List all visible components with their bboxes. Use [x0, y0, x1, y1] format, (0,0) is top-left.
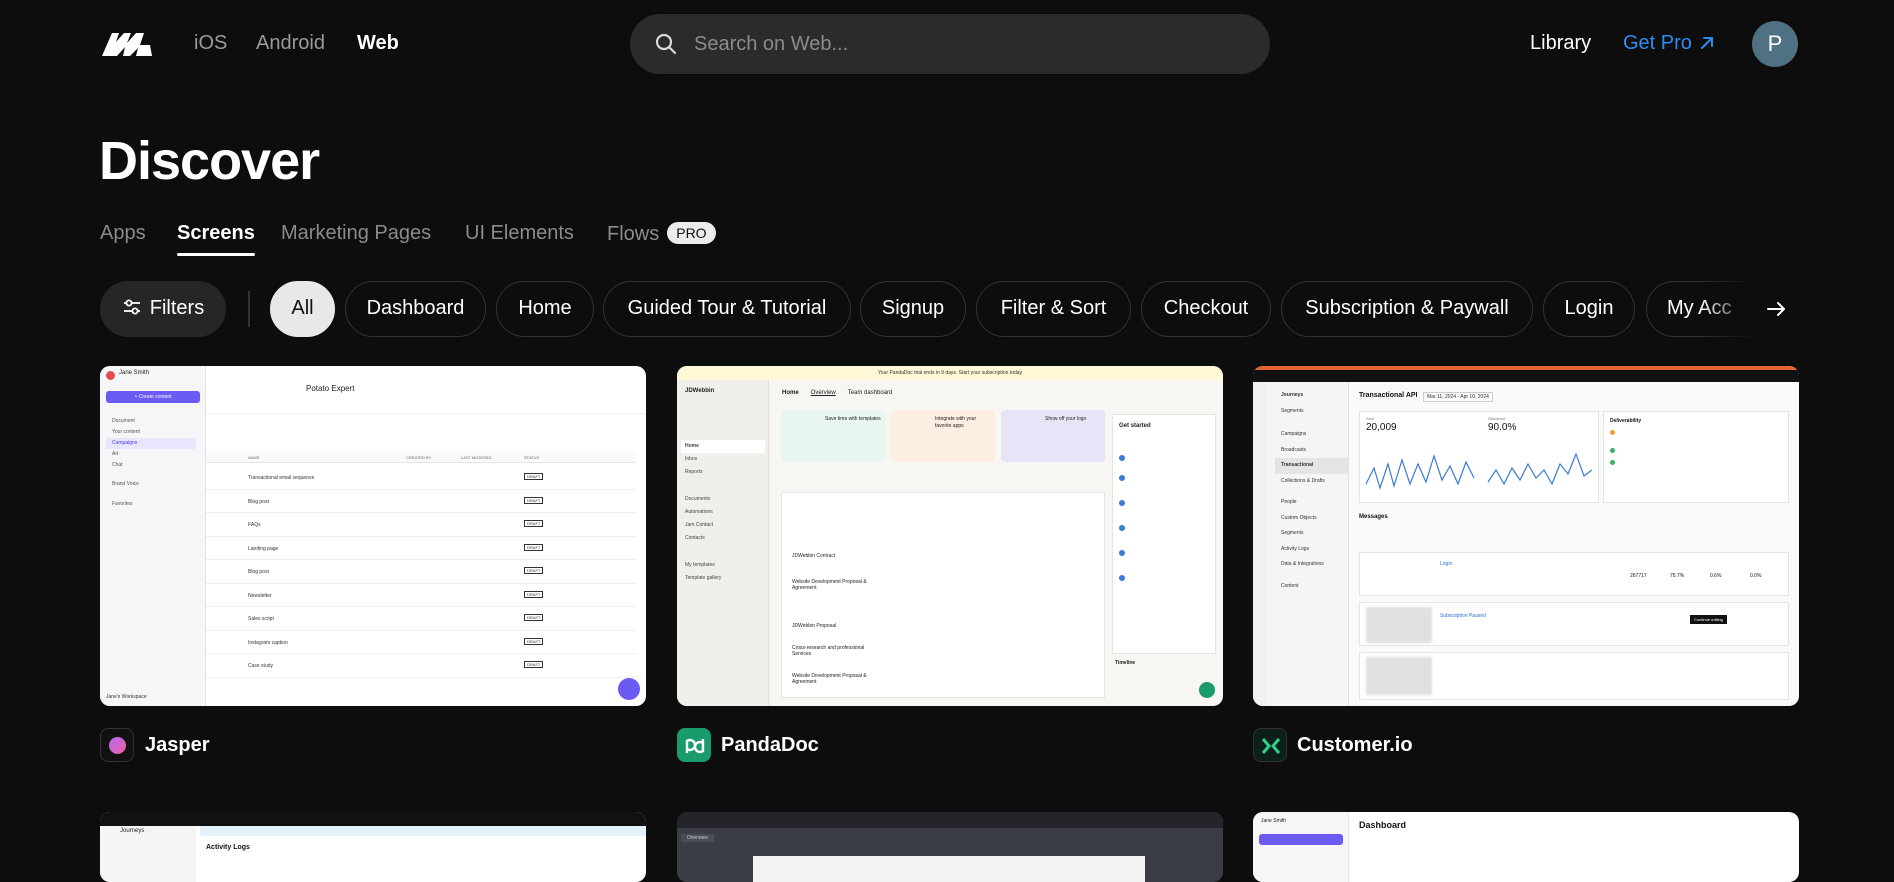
tab-flows[interactable]: Flows PRO [607, 222, 716, 246]
app-name-customerio[interactable]: Customer.io [1297, 734, 1413, 757]
filters-label: Filters [149, 297, 205, 319]
jasper-user: Jane Smith [119, 370, 150, 376]
app-name-jasper[interactable]: Jasper [145, 734, 210, 757]
jasper-app-icon[interactable] [100, 728, 134, 762]
pandadoc-card-logo: Show off your logo [1001, 410, 1105, 462]
chip-divider [248, 291, 250, 327]
pandadoc-card-integrate: Integrate with your favorite apps [891, 410, 995, 462]
jasper-nav: Document Your content Campaigns Art Chat… [106, 416, 196, 510]
jasper-sidebar: Jane Smith + Create content Document You… [100, 366, 206, 706]
pandadoc-tabs: Home Overview Team dashboard [782, 390, 893, 396]
screen-card-jasper[interactable]: Jane Smith + Create content Document You… [100, 366, 646, 706]
customerio-messages-title: Messages [1359, 514, 1388, 520]
customerio-sparkline-chart [1365, 452, 1593, 490]
tab-apps[interactable]: Apps [100, 222, 146, 245]
avatar[interactable]: P [1752, 21, 1798, 67]
chip-guided-tour[interactable]: Guided Tour & Tutorial [603, 281, 851, 337]
chip-checkout[interactable]: Checkout [1141, 281, 1271, 337]
search-icon [655, 33, 677, 55]
jasper-table: Transactional email sequence DRAFT Blog p… [206, 466, 636, 678]
tab-flows-label: Flows [607, 223, 660, 245]
app-name-pandadoc[interactable]: PandaDoc [721, 734, 819, 757]
pro-badge: PRO [667, 222, 716, 244]
screen-card-customerio[interactable]: Journeys Segments Campaigns Broadcasts T… [1253, 366, 1799, 706]
platform-web[interactable]: Web [357, 32, 399, 55]
chip-home[interactable]: Home [496, 281, 594, 337]
pandadoc-app-icon[interactable] [677, 728, 711, 762]
search-input[interactable] [694, 14, 1254, 74]
chip-dashboard[interactable]: Dashboard [345, 281, 486, 337]
jasper-create-button: + Create content [106, 391, 200, 403]
pandadoc-timeline: Timeline [1115, 660, 1136, 666]
chip-login[interactable]: Login [1543, 281, 1635, 337]
library-link[interactable]: Library [1530, 32, 1591, 55]
page-title: Discover [99, 131, 320, 191]
arrow-up-right-icon [1700, 37, 1713, 49]
pandadoc-doc-list: JDWebbin Contract Website Development Pr… [781, 492, 1105, 698]
screen-card-bottom-1[interactable]: Journeys Activity Logs [100, 812, 646, 882]
arrow-right-icon[interactable] [1762, 295, 1790, 323]
customerio-message-paused: Subscription Paused Continue editing [1359, 602, 1789, 646]
tab-screens[interactable]: Screens [177, 222, 255, 256]
mobbin-logo-icon[interactable] [100, 30, 154, 58]
tab-ui-elements[interactable]: UI Elements [465, 222, 574, 245]
category-chips: Filters All Dashboard Home Guided Tour &… [100, 281, 1800, 337]
pandadoc-trial-banner: Your PandaDoc trial ends in 9 days. Star… [677, 366, 1223, 380]
customerio-deliverability: Deliverability [1603, 411, 1789, 503]
platform-ios[interactable]: iOS [194, 32, 227, 55]
pandadoc-nav: Home Inbox Reports Documents Automations… [681, 440, 765, 585]
get-pro-link[interactable]: Get Pro [1623, 32, 1716, 55]
sliders-icon [123, 299, 140, 315]
chip-all[interactable]: All [270, 281, 335, 337]
customerio-date: Mar 11, 2024 - Apr 10, 2024 [1423, 392, 1493, 402]
customerio-title: Transactional API [1359, 392, 1418, 399]
jasper-workspace: Jane's Workspace [106, 694, 147, 700]
filters-button[interactable]: Filters [100, 281, 226, 337]
customerio-app-icon[interactable] [1253, 728, 1287, 762]
customerio-message-login: Login 267717 75.7% 0.6% 0.0% [1359, 552, 1789, 596]
screen-card-pandadoc[interactable]: Your PandaDoc trial ends in 9 days. Star… [677, 366, 1223, 706]
pandadoc-card-templates: Save time with templates [781, 410, 885, 462]
pandadoc-chat-icon [1199, 682, 1215, 698]
search-bar[interactable] [630, 14, 1270, 74]
jasper-chat-bubble-icon [618, 678, 640, 700]
chip-subscription-paywall[interactable]: Subscription & Paywall [1281, 281, 1533, 337]
customerio-nav: Journeys Segments Campaigns Broadcasts T… [1267, 382, 1349, 706]
platform-android[interactable]: Android [256, 32, 325, 55]
chip-filter-sort[interactable]: Filter & Sort [976, 281, 1131, 337]
pandadoc-brand: JDWebbin [685, 388, 715, 394]
customerio-logo-icon [1261, 738, 1281, 754]
customerio-chart-panel: Sent 20,009 Delivered 90.0% [1359, 411, 1599, 503]
tab-marketing-pages[interactable]: Marketing Pages [281, 222, 431, 245]
screen-card-bottom-3[interactable]: Jane Smith Dashboard [1253, 812, 1799, 882]
screen-card-bottom-2[interactable]: Overview [677, 812, 1223, 882]
get-pro-label: Get Pro [1623, 32, 1692, 54]
chip-signup[interactable]: Signup [860, 281, 966, 337]
pandadoc-get-started-panel: Get started [1112, 414, 1216, 654]
jasper-breadcrumb: Potato Expert [306, 384, 355, 393]
pandadoc-logo-icon [685, 738, 705, 754]
top-bar: iOS Android Web Library Get Pro P [0, 0, 1894, 88]
